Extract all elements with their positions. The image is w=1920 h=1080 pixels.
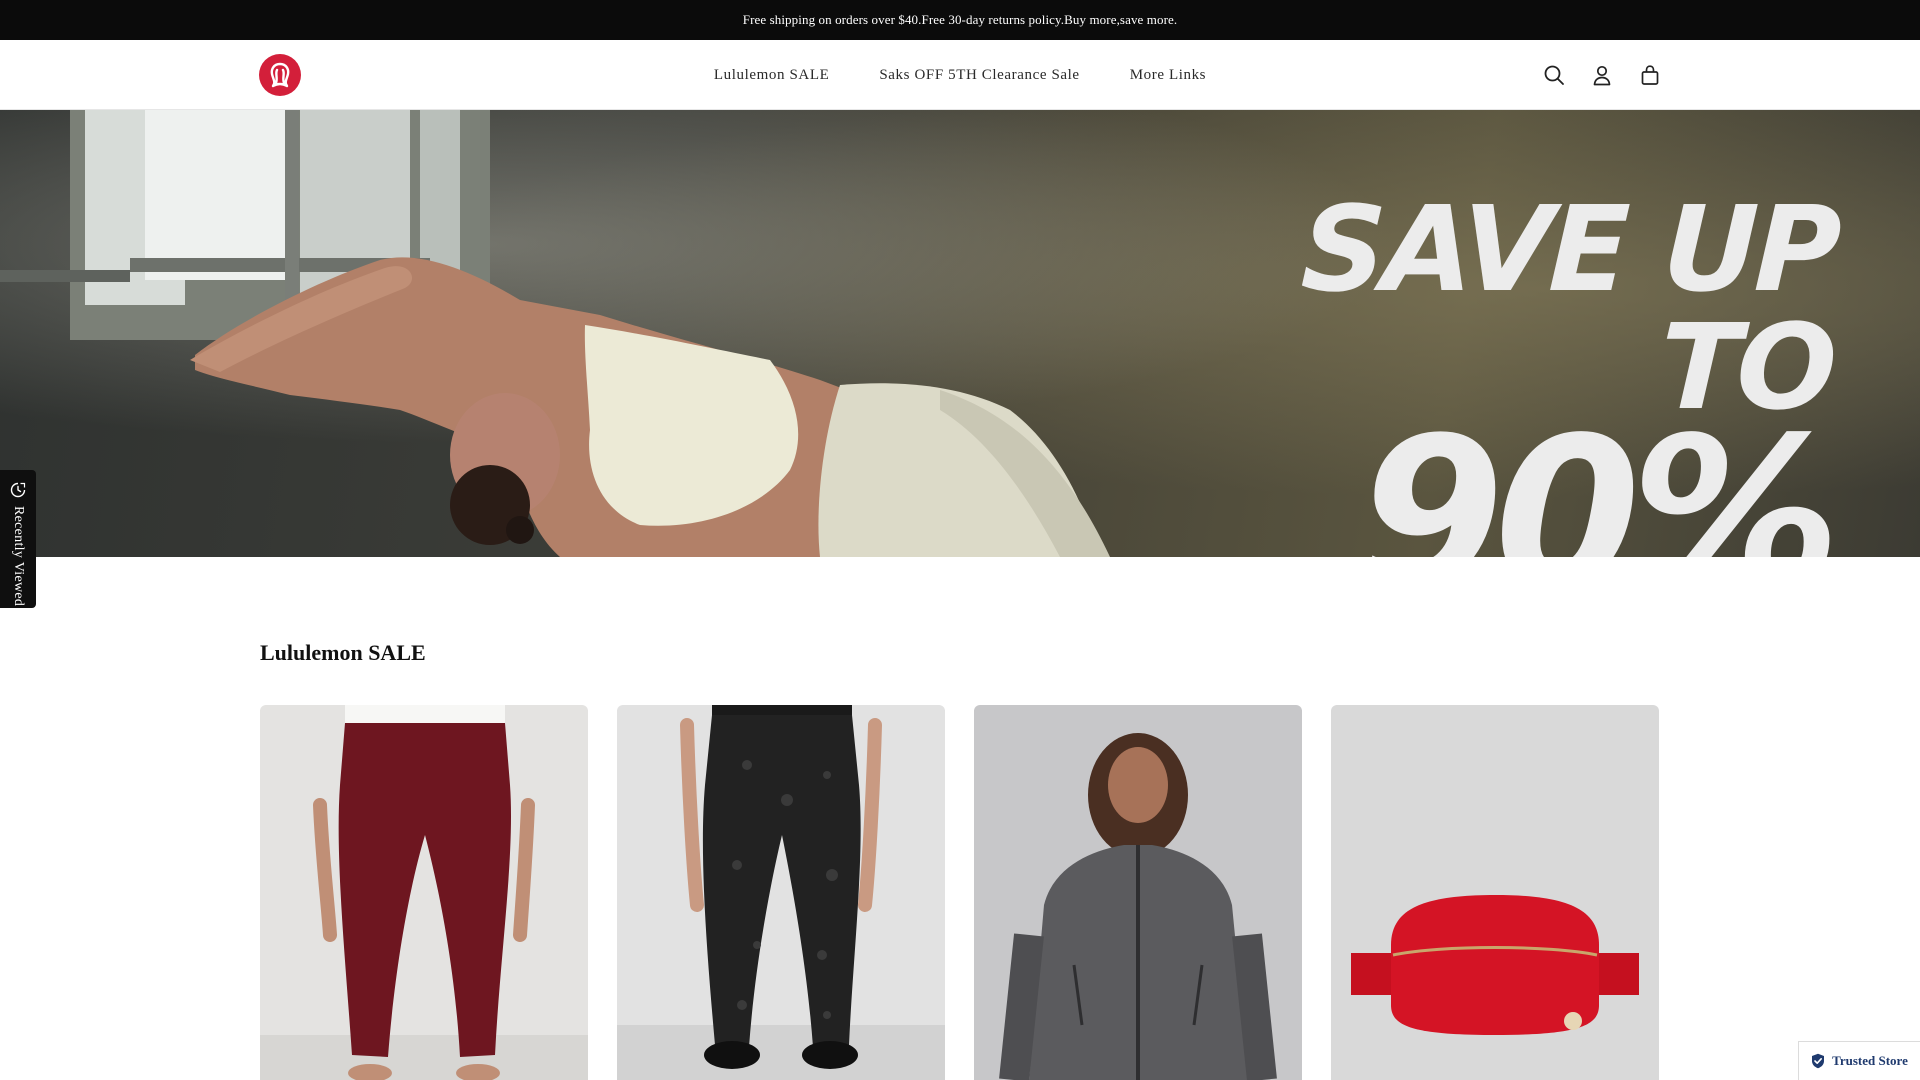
- product-image: [974, 705, 1302, 1080]
- product-card-burgundy-leggings[interactable]: [260, 705, 588, 1080]
- site-header: Lululemon SALE Saks OFF 5TH Clearance Sa…: [0, 40, 1920, 110]
- hero-headline-line2: 90%: [1358, 392, 1841, 558]
- nav-saks-off-5th-clearance[interactable]: Saks OFF 5TH Clearance Sale: [879, 67, 1079, 84]
- hero-headline: SAVE UP TO 90%: [1155, 180, 1841, 558]
- product-card-red-belt-bag[interactable]: [1331, 705, 1659, 1080]
- cart-icon[interactable]: [1638, 60, 1662, 90]
- recently-viewed-icon: [10, 482, 26, 498]
- product-image: [260, 705, 588, 1080]
- lululemon-logo-icon[interactable]: [259, 54, 301, 96]
- account-icon[interactable]: [1590, 60, 1614, 90]
- recently-viewed-label: Recently Viewed: [11, 506, 26, 607]
- section-title: Lululemon SALE: [260, 640, 426, 665]
- nav-more-links[interactable]: More Links: [1130, 67, 1206, 84]
- trusted-store-badge[interactable]: Trusted Store: [1798, 1041, 1920, 1080]
- hero-banner[interactable]: SAVE UP TO 90%: [0, 110, 1920, 557]
- product-card-grey-define-jacket[interactable]: [974, 705, 1302, 1080]
- nav-lululemon-sale[interactable]: Lululemon SALE: [714, 67, 829, 84]
- search-icon[interactable]: [1542, 60, 1566, 90]
- product-image: [617, 705, 945, 1080]
- hero-headline-line1: SAVE UP TO: [1299, 180, 1840, 436]
- shield-check-icon: [1812, 1053, 1825, 1069]
- announcement-bar: Free shipping on orders over $40.Free 30…: [0, 0, 1920, 40]
- recently-viewed-tab[interactable]: Recently Viewed: [0, 470, 36, 608]
- announcement-text: Free shipping on orders over $40.Free 30…: [742, 12, 1178, 27]
- product-grid: [260, 705, 1660, 1080]
- header-icons: [1542, 60, 1662, 90]
- product-image: [1331, 705, 1659, 1080]
- trusted-store-label: Trusted Store: [1832, 1053, 1908, 1068]
- product-card-black-pattern-leggings[interactable]: [617, 705, 945, 1080]
